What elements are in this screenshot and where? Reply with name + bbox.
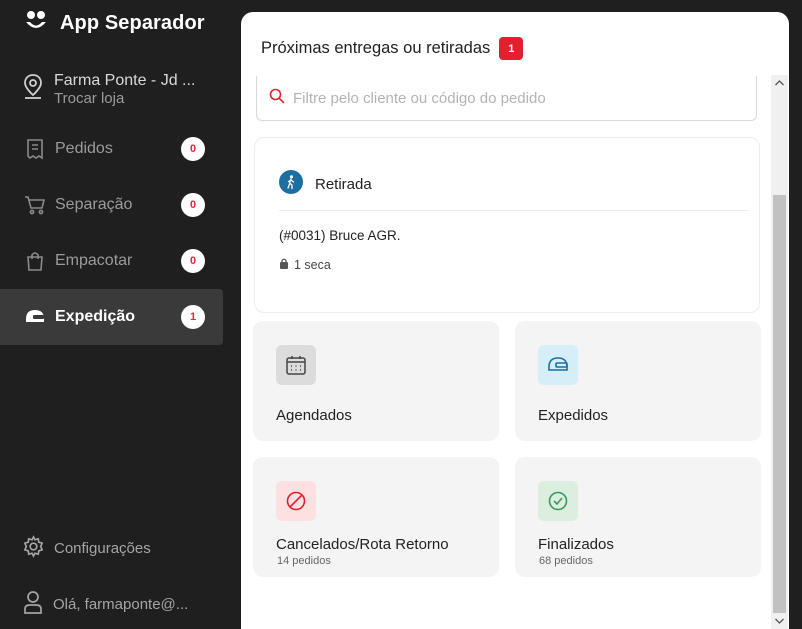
cancel-icon — [276, 481, 316, 521]
order-reference: (#0031) Bruce AGR. — [279, 228, 401, 243]
tile-sub-finalizados: 68 pedidos — [539, 555, 593, 567]
app-title: App Separador — [60, 12, 205, 34]
switch-store-link[interactable]: Trocar loja — [54, 90, 195, 108]
search-input[interactable] — [293, 89, 733, 107]
tile-sub-cancelados: 14 pedidos — [277, 555, 331, 567]
tile-label-agendados: Agendados — [276, 407, 352, 424]
scroll-up-arrow-icon[interactable] — [771, 75, 788, 90]
scrollbar[interactable] — [771, 75, 788, 629]
gear-icon — [22, 535, 45, 562]
store-name: Farma Ponte - Jd ... — [54, 72, 196, 89]
scroll-down-arrow-icon[interactable] — [771, 613, 788, 628]
check-circle-icon — [538, 481, 578, 521]
tile-agendados[interactable]: Agendados — [253, 321, 499, 441]
nav-item-separacao[interactable]: Separação 0 — [0, 177, 223, 233]
empacotar-count-badge: 0 — [181, 249, 205, 273]
user-greeting: Olá, farmaponte@... — [53, 595, 189, 613]
pedidos-count-badge: 0 — [181, 137, 205, 161]
settings-label: Configurações — [54, 540, 151, 557]
page-title: Próximas entregas ou retiradas — [261, 39, 491, 57]
user-icon — [22, 590, 44, 618]
store-selector[interactable]: Farma Ponte - Jd ... Trocar loja — [22, 72, 195, 108]
user-menu[interactable]: Olá, farmaponte@... — [22, 590, 188, 618]
nav-label-pedidos: Pedidos — [55, 140, 113, 157]
tile-label-expedidos: Expedidos — [538, 407, 609, 424]
nav-label-expedicao: Expedição — [55, 308, 136, 325]
tile-label-cancelados: Cancelados/Rota Retorno — [276, 536, 449, 553]
items-count: 1 seca — [294, 258, 331, 272]
separacao-count-badge: 0 — [181, 193, 205, 217]
lock-icon — [279, 258, 289, 272]
upcoming-count-badge: 1 — [499, 37, 524, 60]
tile-cancelados[interactable]: Cancelados/Rota Retorno 14 pedidos — [253, 457, 499, 577]
search-icon — [269, 88, 285, 109]
delivery-card[interactable]: Retirada (#0031) Bruce AGR. 1 seca — [254, 137, 760, 313]
calendar-icon — [276, 345, 316, 385]
app-logo-icon — [24, 9, 48, 38]
expedicao-count-badge: 1 — [181, 305, 205, 329]
map-pin-icon — [22, 72, 44, 108]
nav-item-expedicao[interactable]: Expedição 1 — [0, 289, 223, 345]
shopping-bag-icon — [24, 250, 46, 272]
cart-icon — [24, 194, 46, 216]
tile-label-finalizados: Finalizados — [538, 536, 614, 553]
delivery-header: Retirada — [279, 170, 372, 199]
panel-header: Próximas entregas ou retiradas 1 — [261, 37, 524, 60]
delivery-helmet-icon — [538, 345, 578, 385]
tile-finalizados[interactable]: Finalizados 68 pedidos — [515, 457, 761, 577]
nav-item-empacotar[interactable]: Empacotar 0 — [0, 233, 223, 289]
brand: App Separador — [24, 9, 205, 38]
delivery-helmet-icon — [24, 306, 46, 328]
search-field[interactable] — [256, 76, 757, 121]
pickup-walker-icon — [279, 170, 303, 199]
nav-label-empacotar: Empacotar — [55, 252, 133, 269]
scroll-thumb[interactable] — [773, 195, 786, 613]
sidebar: App Separador Farma Ponte - Jd ... Troca… — [0, 0, 232, 629]
settings-link[interactable]: Configurações — [22, 535, 151, 562]
delivery-type: Retirada — [315, 176, 372, 193]
tile-expedidos[interactable]: Expedidos — [515, 321, 761, 441]
nav-label-separacao: Separação — [55, 196, 133, 213]
main-panel: Próximas entregas ou retiradas 1 Retirad… — [241, 12, 789, 629]
divider — [279, 210, 749, 211]
order-items: 1 seca — [279, 258, 331, 272]
receipt-icon — [24, 138, 46, 160]
nav-item-pedidos[interactable]: Pedidos 0 — [0, 121, 223, 177]
